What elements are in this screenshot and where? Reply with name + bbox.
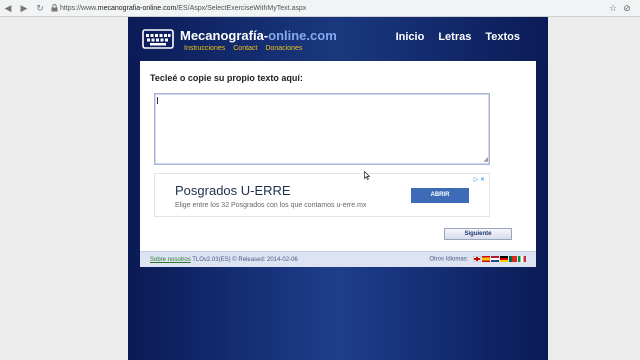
site-header: Mecanografía-online.com Instrucciones Co… (128, 17, 548, 61)
back-icon[interactable]: ◀ (0, 0, 16, 16)
footer-left: Sobre nosotros TLOv2.03(ES) © Released: … (150, 257, 298, 263)
site-brand[interactable]: Mecanografía-online.com (180, 28, 337, 43)
main-nav: Inicio Letras Textos (396, 31, 520, 43)
link-contact[interactable]: Contact (233, 45, 257, 52)
nav-letras[interactable]: Letras (438, 31, 471, 43)
page-title: Tecleé o copie su propio texto aquí: (150, 73, 303, 83)
reload-icon[interactable]: ↻ (32, 0, 48, 16)
sub-nav: Instrucciones Contact Donaciones (184, 45, 302, 52)
lock-icon[interactable] (48, 0, 60, 16)
cursor-icon (364, 171, 370, 180)
url-path: /ES/Aspx/SelectExerciseWithMyText.aspx (176, 4, 307, 12)
version-text: TLOv2.03(ES) © Released: 2014-02-06 (190, 256, 298, 263)
flag-germany-icon[interactable] (500, 256, 508, 263)
link-donaciones[interactable]: Donaciones (265, 45, 302, 52)
forward-icon[interactable]: ▶ (16, 0, 32, 16)
ad-text: Elige entre los 32 Posgrados con los que… (175, 202, 367, 209)
brand-main: Mecanografía- (180, 28, 269, 43)
flag-netherlands-icon[interactable] (491, 256, 499, 263)
nav-inicio[interactable]: Inicio (396, 31, 425, 43)
nav-textos[interactable]: Textos (485, 31, 520, 43)
ad-title[interactable]: Posgrados U-ERRE (175, 183, 291, 198)
browser-toolbar: ◀ ▶ ↻ https://www.mecanografia-online.co… (0, 0, 640, 17)
adchoices-icon[interactable]: ▷ ✕ (474, 176, 485, 183)
flag-portugal-icon[interactable] (509, 256, 517, 263)
block-icon[interactable]: ⊘ (620, 0, 634, 16)
page-margin-left (0, 17, 128, 360)
flag-italy-icon[interactable] (518, 256, 526, 263)
flag-spain-icon[interactable] (482, 256, 490, 263)
star-icon[interactable]: ☆ (606, 0, 620, 16)
page-margin-right (548, 17, 640, 360)
url-host: mecanografia-online.com (97, 4, 177, 12)
site-container: Mecanografía-online.com Instrucciones Co… (128, 17, 548, 360)
ad-banner[interactable]: ▷ ✕ Posgrados U-ERRE Elige entre los 32 … (154, 173, 490, 217)
ad-open-button[interactable]: ABRIR (411, 188, 469, 203)
resize-handle-icon[interactable]: ◢ (483, 157, 488, 163)
text-caret (157, 97, 158, 104)
link-instrucciones[interactable]: Instrucciones (184, 45, 225, 52)
other-languages-label: Otros Idiomas: (429, 256, 469, 263)
keyboard-logo-icon[interactable] (142, 27, 174, 51)
footer-right: Otros Idiomas: (429, 256, 526, 263)
flag-england-icon[interactable] (473, 256, 481, 263)
language-flags (473, 256, 526, 263)
url-prefix: https://www. (60, 4, 98, 12)
address-bar[interactable]: https://www.mecanografia-online.com/ES/A… (60, 5, 606, 12)
brand-highlight: online.com (268, 28, 337, 43)
next-button[interactable]: Siguiente (444, 228, 512, 240)
about-link[interactable]: Sobre nosotros (150, 257, 191, 263)
custom-text-input[interactable]: ◢ (154, 93, 490, 165)
content-panel: Tecleé o copie su propio texto aquí: ◢ ▷… (140, 61, 536, 267)
site-footer: Sobre nosotros TLOv2.03(ES) © Released: … (140, 251, 536, 267)
